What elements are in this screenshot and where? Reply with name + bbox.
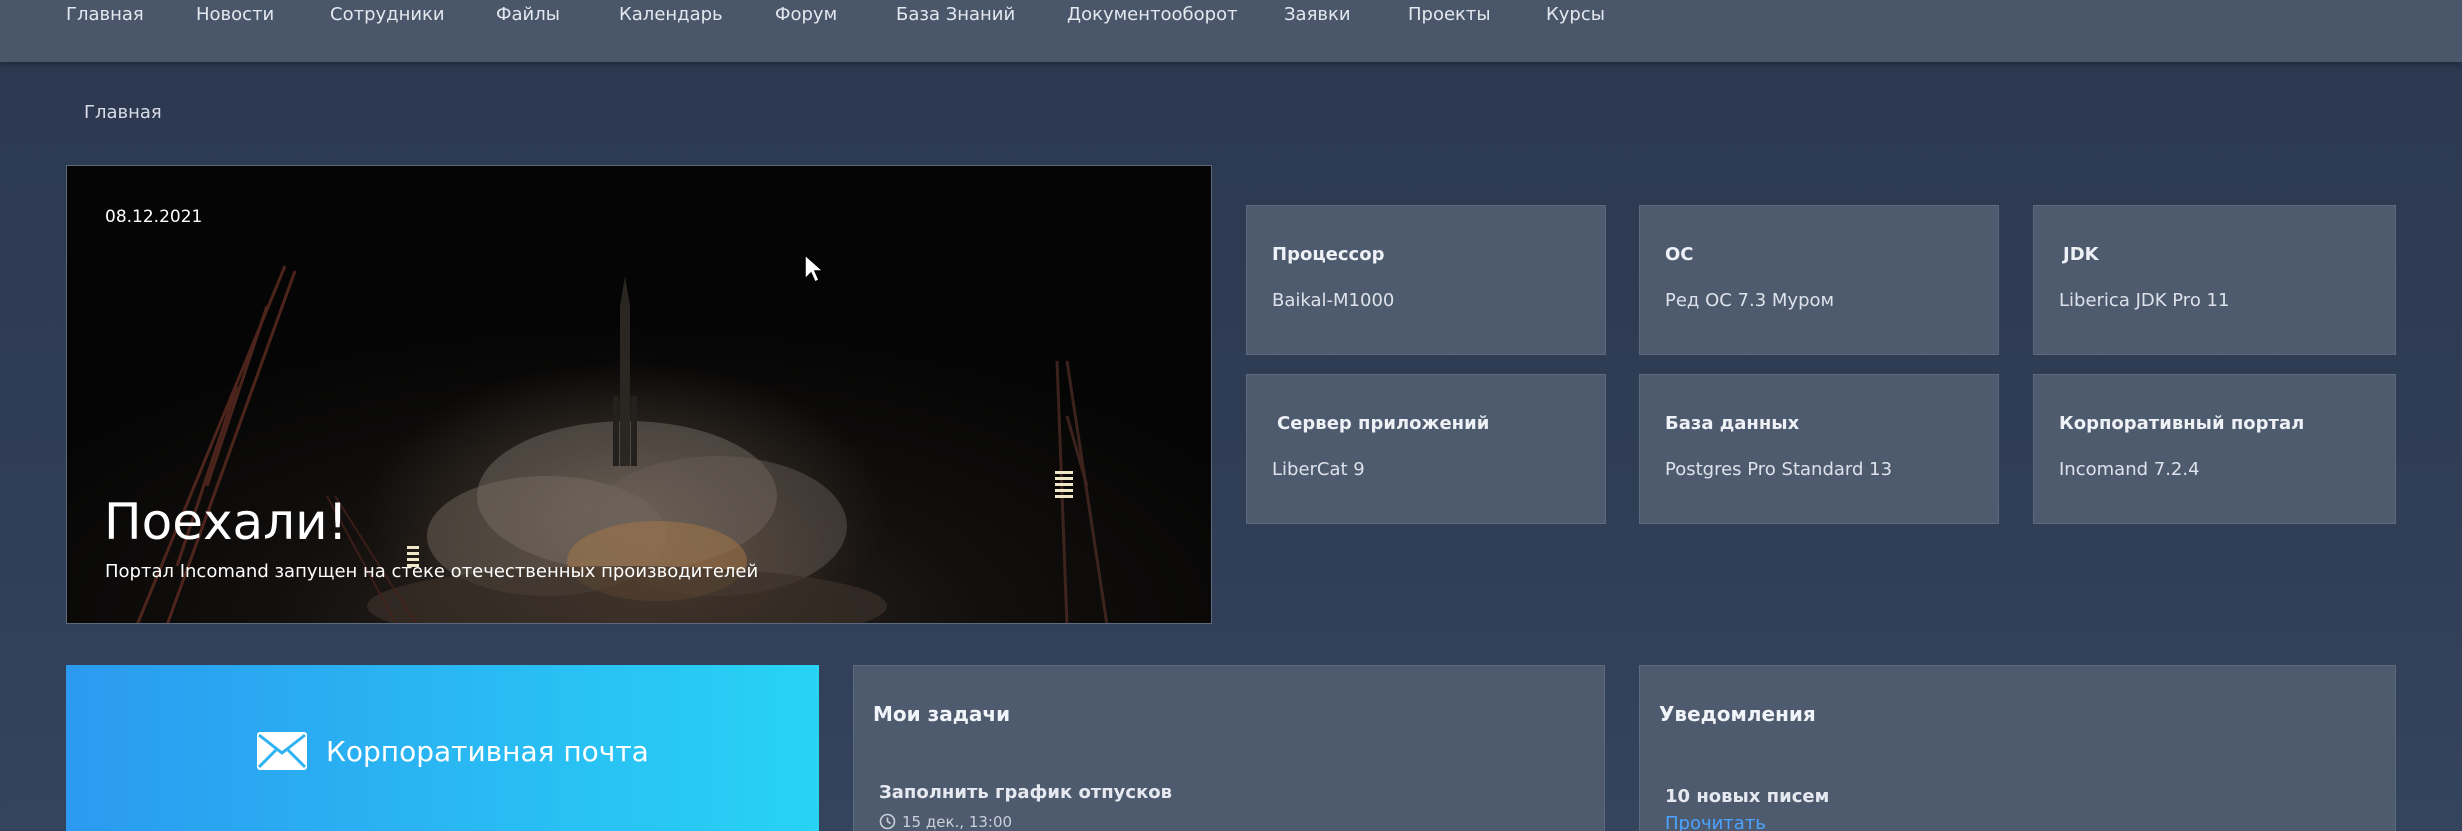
notification-read-link[interactable]: Прочитать	[1665, 813, 1766, 831]
notifications-panel: Уведомления 10 новых писем Прочитать	[1639, 665, 2396, 831]
spec-label: JDK	[2063, 244, 2099, 265]
nav-item-projects[interactable]: Проекты	[1408, 4, 1491, 25]
spec-label: Корпоративный портал	[2059, 413, 2305, 434]
nav-item-documents[interactable]: Документооборот	[1067, 4, 1238, 25]
clock-icon	[879, 813, 896, 830]
nav-item-news[interactable]: Новости	[196, 4, 274, 25]
spec-value: LiberCat 9	[1272, 459, 1365, 480]
spec-card-processor: Процессор Baikal-M1000	[1246, 205, 1606, 355]
spec-label: Сервер приложений	[1277, 413, 1490, 434]
nav-item-knowledge-base[interactable]: База Знаний	[896, 4, 1015, 25]
corporate-mail-label: Корпоративная почта	[326, 735, 649, 768]
news-subtitle: Портал Incomand запущен на стеке отечест…	[105, 561, 759, 582]
spec-value: Ред ОС 7.3 Муром	[1665, 290, 1835, 311]
nav-item-calendar[interactable]: Календарь	[619, 4, 723, 25]
spec-card-app-server: Сервер приложений LiberCat 9	[1246, 374, 1606, 524]
spec-value: Incomand 7.2.4	[2059, 459, 2200, 480]
news-date: 08.12.2021	[105, 207, 203, 227]
spec-label: ОС	[1665, 244, 1694, 265]
nav-item-employees[interactable]: Сотрудники	[330, 4, 445, 25]
nav-item-courses[interactable]: Курсы	[1546, 4, 1605, 25]
breadcrumb-current: Главная	[84, 102, 162, 123]
spec-value: Liberica JDK Pro 11	[2059, 290, 2230, 311]
news-title[interactable]: Поехали!	[104, 493, 348, 551]
my-tasks-panel: Мои задачи Заполнить график отпусков 15 …	[853, 665, 1605, 831]
rocket-launch-image	[136, 265, 1109, 623]
spec-card-os: ОС Ред ОС 7.3 Муром	[1639, 205, 1999, 355]
hero-news-banner[interactable]: 08.12.2021 Поехали! Портал Incomand запу…	[66, 165, 1212, 624]
spec-card-portal: Корпоративный портал Incomand 7.2.4	[2033, 374, 2396, 524]
spec-card-jdk: JDK Liberica JDK Pro 11	[2033, 205, 2396, 355]
nav-item-files[interactable]: Файлы	[496, 4, 560, 25]
spec-value: Baikal-M1000	[1272, 290, 1395, 311]
breadcrumb: Главная	[84, 102, 162, 123]
notifications-panel-title: Уведомления	[1659, 702, 1816, 726]
spec-label: База данных	[1665, 413, 1800, 434]
spec-value: Postgres Pro Standard 13	[1665, 459, 1893, 480]
nav-item-home[interactable]: Главная	[66, 4, 144, 25]
notification-text: 10 новых писем	[1665, 786, 1830, 807]
nav-item-requests[interactable]: Заявки	[1284, 4, 1351, 25]
spec-card-database: База данных Postgres Pro Standard 13	[1639, 374, 1999, 524]
top-navigation: Главная Новости Сотрудники Файлы Календа…	[0, 0, 2462, 62]
envelope-icon	[257, 732, 307, 770]
nav-item-forum[interactable]: Форум	[775, 4, 837, 25]
corporate-mail-button[interactable]: Корпоративная почта	[66, 665, 819, 831]
task-item-title[interactable]: Заполнить график отпусков	[879, 782, 1172, 803]
tasks-panel-title: Мои задачи	[873, 702, 1011, 726]
mouse-cursor-icon	[804, 253, 825, 284]
task-due-text: 15 дек., 13:00	[902, 813, 1013, 831]
task-item-due: 15 дек., 13:00	[879, 813, 1012, 831]
spec-label: Процессор	[1272, 244, 1385, 265]
